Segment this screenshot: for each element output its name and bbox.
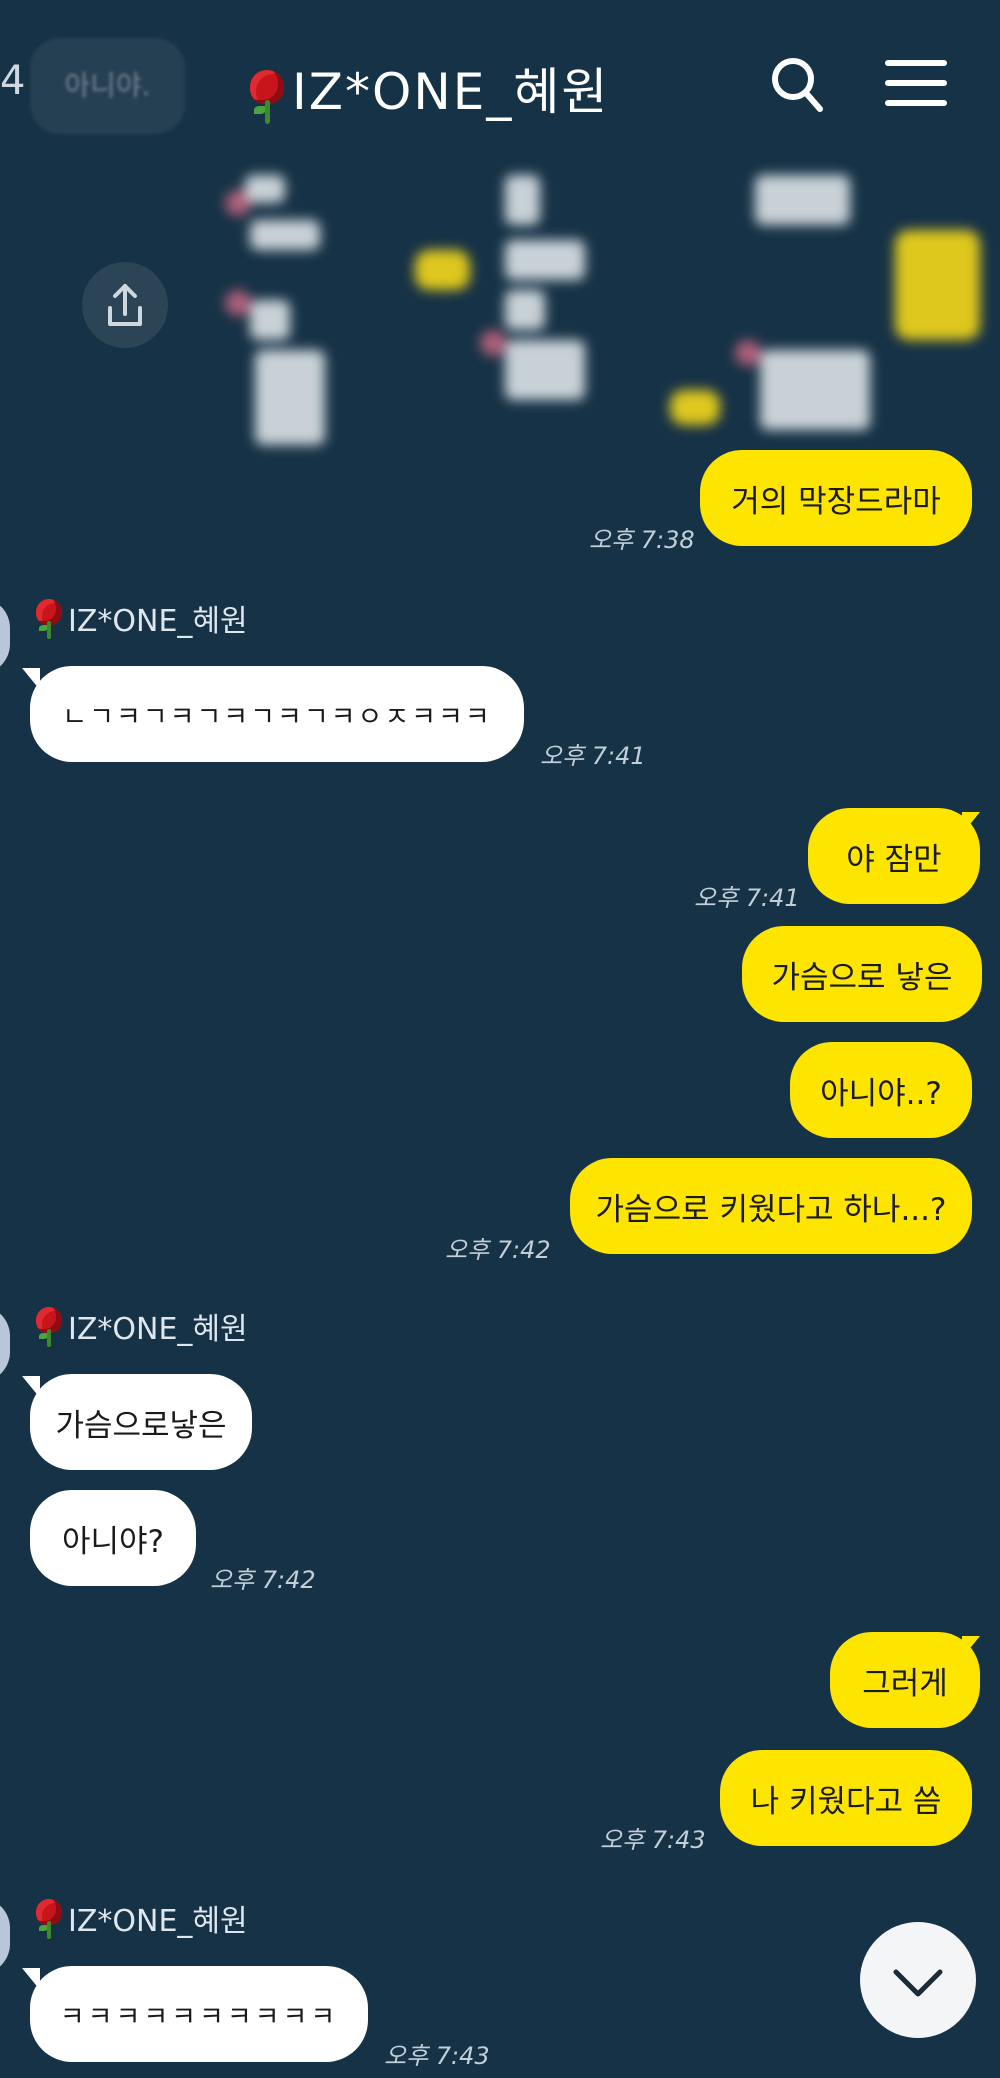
my-message-bubble[interactable]: 가슴으로 키웠다고 하나...? [570, 1158, 972, 1254]
other-message-bubble[interactable]: ㄴㄱㅋㄱㅋㄱㅋㄱㅋㄱㅋㅇㅈㅋㅋㅋ [30, 666, 524, 762]
sender-name: IZ*ONE_혜원 [36, 596, 248, 640]
my-message-bubble[interactable]: 거의 막장드라마 [700, 450, 972, 546]
back-fragment: 4 [0, 58, 26, 104]
sender-avatar[interactable] [0, 1306, 10, 1382]
message-time: 오후 7:38 [589, 526, 695, 554]
other-message-bubble[interactable]: 아니야? [30, 1490, 196, 1586]
message-time: 오후 7:43 [600, 1826, 706, 1854]
previous-message-preview: 아니야. [30, 38, 185, 134]
my-message-bubble[interactable]: 아니야..? [790, 1042, 972, 1138]
message-time: 오후 7:43 [384, 2042, 490, 2070]
sender-avatar[interactable] [0, 1898, 10, 1974]
message-time: 오후 7:41 [540, 742, 646, 770]
my-message-bubble[interactable]: 그러게 [830, 1632, 980, 1728]
search-icon[interactable] [770, 55, 824, 115]
rose-icon [250, 68, 284, 124]
message-time: 오후 7:42 [445, 1236, 551, 1264]
sender-name-text: IZ*ONE_혜원 [68, 1312, 248, 1347]
rose-icon [36, 597, 62, 639]
sender-name: IZ*ONE_혜원 [36, 1304, 248, 1348]
sender-avatar[interactable] [0, 598, 10, 674]
rose-icon [36, 1897, 62, 1939]
blurred-image-attachment[interactable] [205, 150, 985, 450]
rose-icon [36, 1305, 62, 1347]
chevron-down-icon [893, 1969, 943, 1997]
sender-name-text: IZ*ONE_혜원 [68, 1904, 248, 1939]
message-time: 오후 7:42 [210, 1566, 316, 1594]
share-icon [108, 284, 142, 326]
other-message-bubble[interactable]: 가슴으로낳은 [30, 1374, 252, 1470]
chat-title: IZ*ONE_혜원 [250, 52, 609, 124]
scroll-to-bottom-button[interactable] [860, 1922, 976, 2038]
my-message-bubble[interactable]: 야 잠만 [808, 808, 980, 904]
sender-name: IZ*ONE_혜원 [36, 1896, 248, 1940]
share-button[interactable] [82, 262, 168, 348]
my-message-bubble[interactable]: 나 키웠다고 씀 [720, 1750, 972, 1846]
chat-title-text: IZ*ONE_혜원 [292, 63, 610, 121]
sender-name-text: IZ*ONE_혜원 [68, 604, 248, 639]
menu-icon[interactable] [885, 58, 947, 108]
my-message-bubble[interactable]: 가슴으로 낳은 [742, 926, 982, 1022]
message-time: 오후 7:41 [694, 884, 800, 912]
other-message-bubble[interactable]: ㅋㅋㅋㅋㅋㅋㅋㅋㅋㅋ [30, 1966, 368, 2062]
